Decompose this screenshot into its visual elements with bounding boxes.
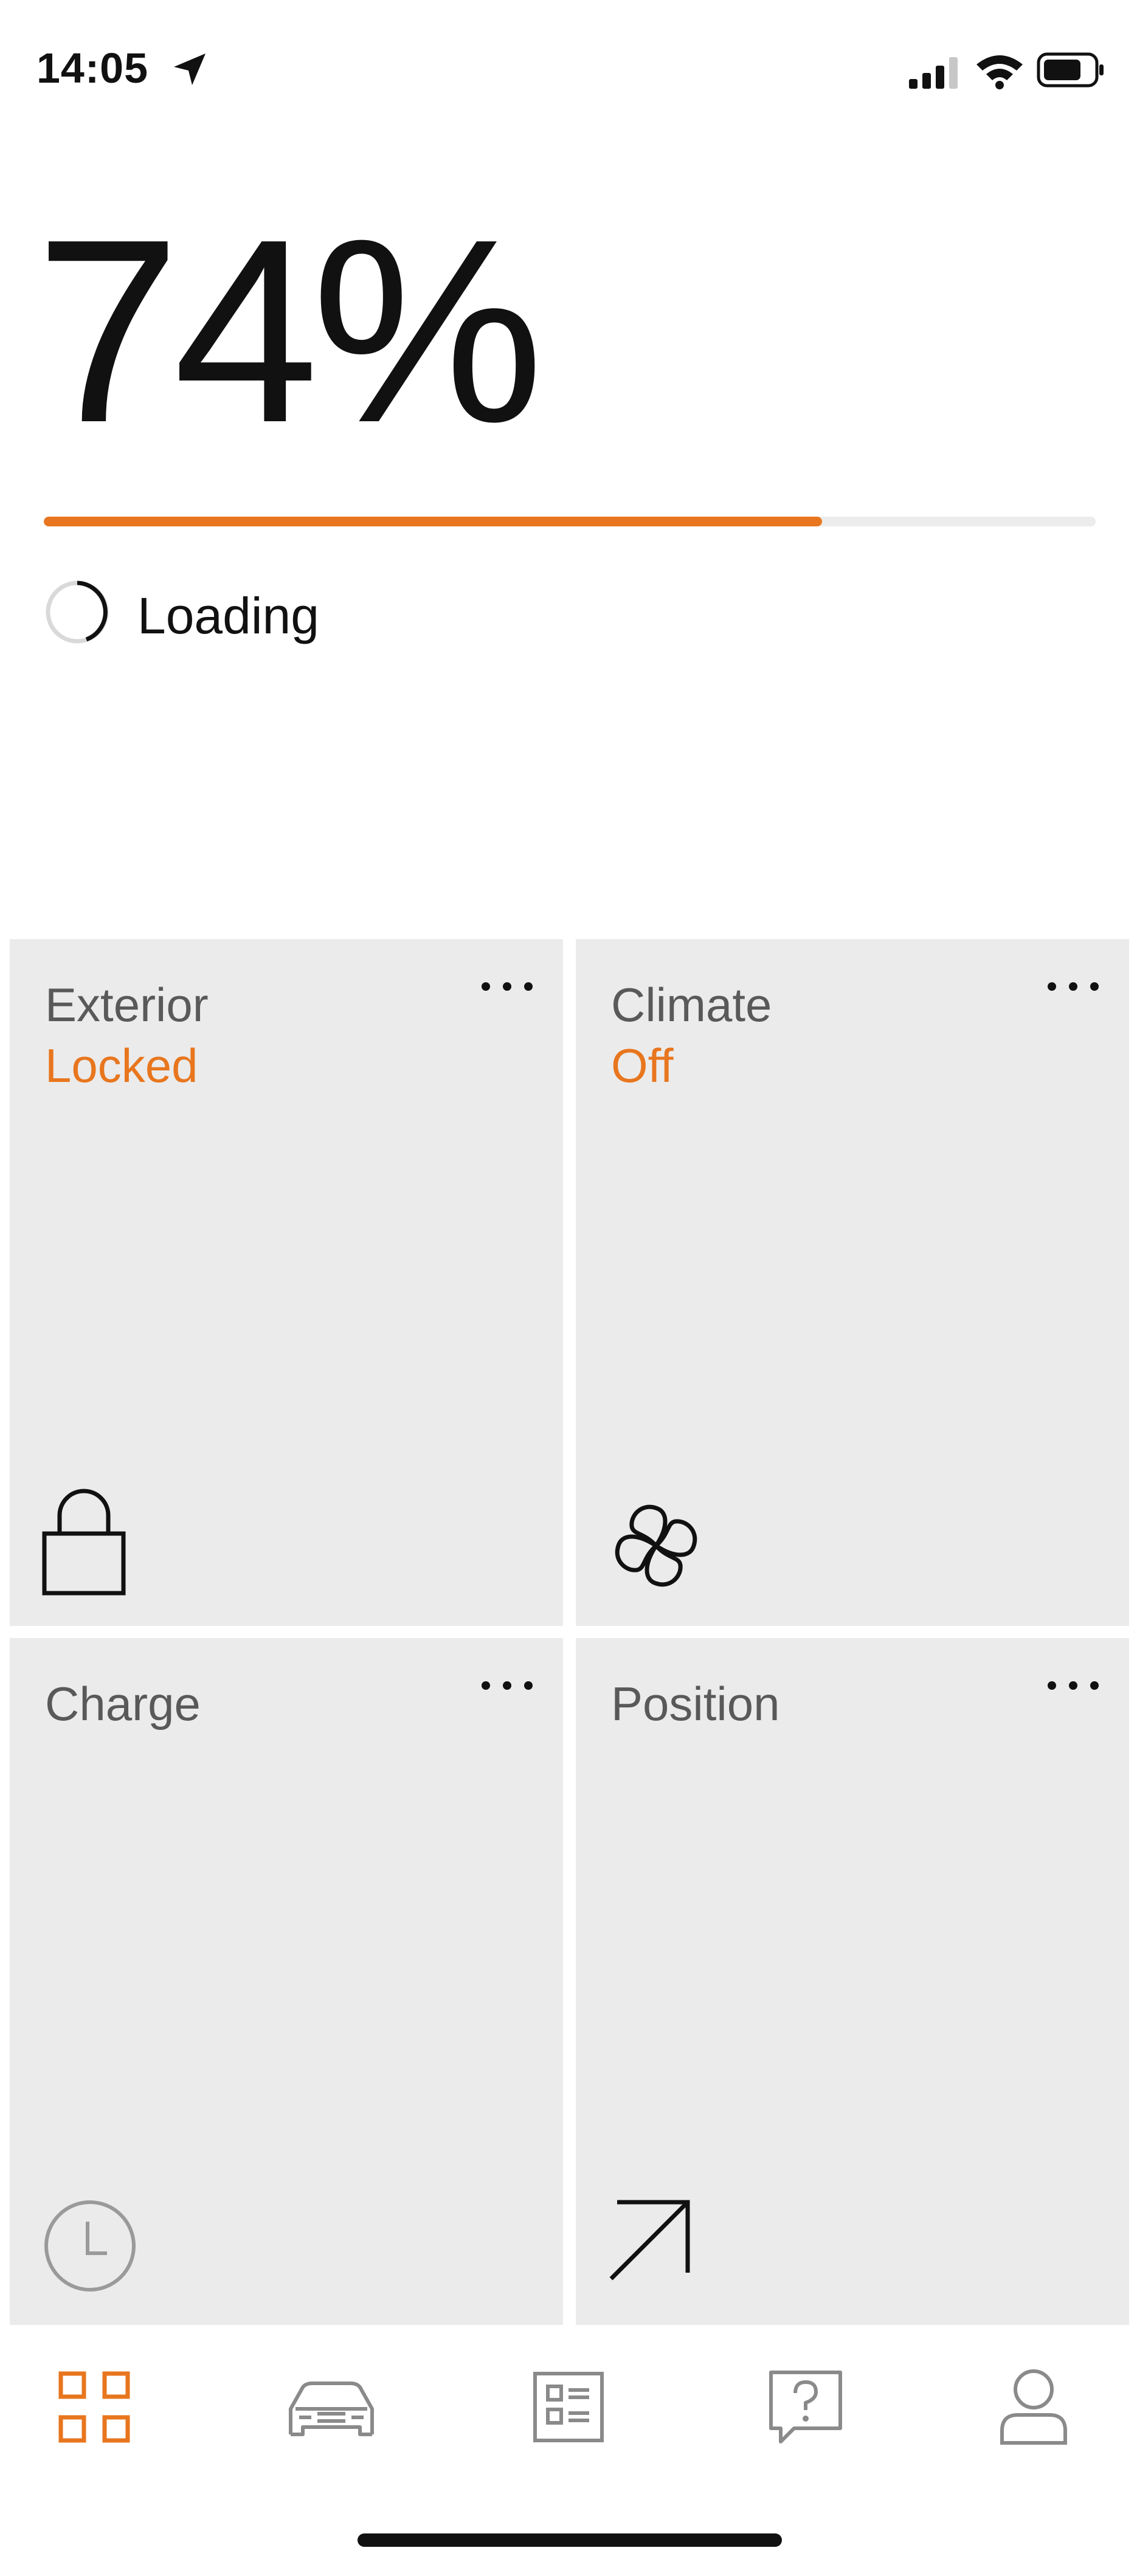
help-icon: [769, 2371, 842, 2443]
tile-title: Climate: [611, 978, 772, 1031]
more-options-icon[interactable]: [482, 1673, 533, 1698]
nav-profile[interactable]: [985, 2358, 1082, 2456]
fan-icon: [615, 1504, 697, 1587]
list-icon: [533, 2372, 604, 2442]
home-indicator[interactable]: [358, 2533, 782, 2547]
tile-status: Locked: [45, 1039, 198, 1092]
lock-icon: [42, 1489, 126, 1596]
cellular-signal-icon: [909, 57, 958, 89]
battery-percent: 74%: [35, 185, 544, 477]
nav-overview[interactable]: [46, 2358, 143, 2456]
nav-help[interactable]: [757, 2358, 854, 2456]
grid-icon: [58, 2371, 130, 2443]
battery-icon: [1037, 52, 1104, 88]
loading-spinner-icon: [46, 580, 109, 644]
tile-title: Position: [611, 1677, 780, 1731]
status-time: 14:05: [36, 44, 149, 92]
battery-progress-fill: [44, 517, 823, 526]
arrow-up-right-icon: [609, 2200, 690, 2281]
charge-tile[interactable]: Charge: [10, 1638, 563, 2325]
exterior-tile[interactable]: Exterior Locked: [10, 939, 563, 1626]
tile-title: Exterior: [45, 978, 209, 1031]
loading-label: Loading: [137, 587, 319, 644]
car-icon: [289, 2381, 374, 2436]
nav-list[interactable]: [520, 2358, 617, 2456]
location-arrow-icon: [174, 53, 206, 85]
tile-title: Charge: [45, 1677, 201, 1731]
nav-vehicle[interactable]: [283, 2358, 380, 2456]
more-options-icon[interactable]: [1048, 974, 1099, 999]
more-options-icon[interactable]: [1048, 1673, 1099, 1698]
position-tile[interactable]: Position: [576, 1638, 1129, 2325]
clock-icon: [44, 2200, 136, 2292]
wifi-icon: [976, 55, 1023, 89]
battery-progress-bar: [44, 517, 1096, 526]
climate-tile[interactable]: Climate Off: [576, 939, 1129, 1626]
tile-status: Off: [611, 1039, 674, 1092]
more-options-icon[interactable]: [482, 974, 533, 999]
profile-icon: [1000, 2369, 1067, 2445]
